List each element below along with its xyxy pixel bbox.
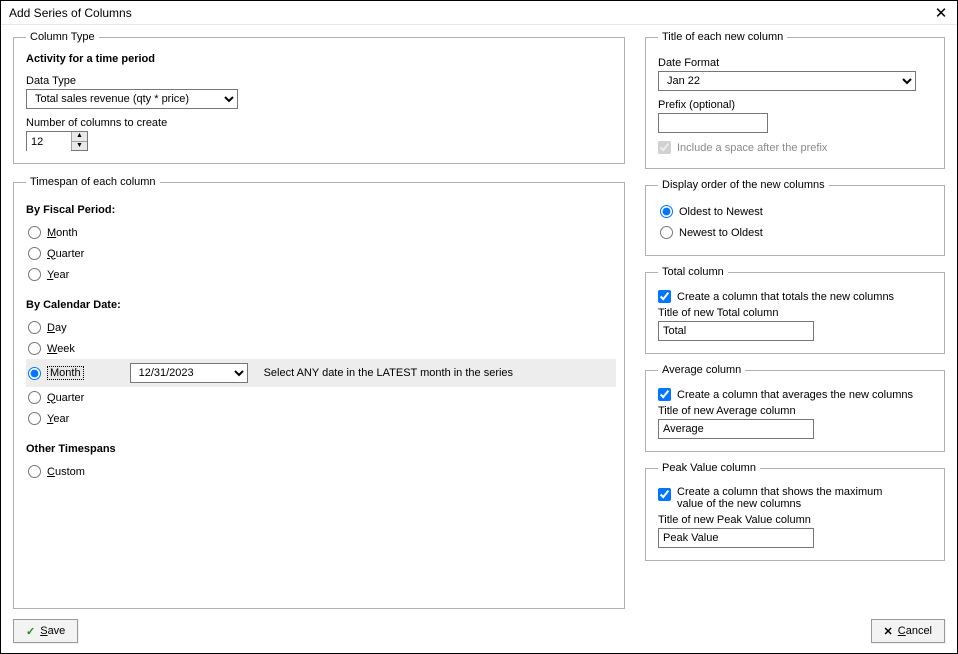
peak-check-row[interactable]: Create a column that shows the maximum v… xyxy=(658,486,932,510)
column-type-legend: Column Type xyxy=(26,31,99,43)
spinner-up-icon[interactable]: ▲ xyxy=(72,132,87,142)
timespan-legend: Timespan of each column xyxy=(26,176,160,188)
cal-year-label: Year xyxy=(47,413,69,425)
title-column-legend: Title of each new column xyxy=(658,31,787,43)
avg-title-input[interactable] xyxy=(658,419,814,439)
peak-title-label: Title of new Peak Value column xyxy=(658,514,932,526)
by-fiscal-label: By Fiscal Period: xyxy=(26,204,612,216)
data-type-select[interactable]: Total sales revenue (qty * price) xyxy=(26,89,238,109)
display-order-legend: Display order of the new columns xyxy=(658,179,829,191)
newest-row[interactable]: Newest to Oldest xyxy=(658,222,932,243)
peak-checkbox[interactable] xyxy=(658,488,671,501)
total-column-legend: Total column xyxy=(658,266,728,278)
cal-month-radio[interactable] xyxy=(28,367,41,380)
window-title: Add Series of Columns xyxy=(9,6,132,20)
prefix-label: Prefix (optional) xyxy=(658,99,932,111)
activity-label: Activity for a time period xyxy=(26,53,612,65)
date-format-label: Date Format xyxy=(658,57,932,69)
custom-row[interactable]: Custom xyxy=(26,461,612,482)
oldest-row[interactable]: Oldest to Newest xyxy=(658,201,932,222)
peak-check-label: Create a column that shows the maximum v… xyxy=(677,486,897,510)
average-column-legend: Average column xyxy=(658,364,745,376)
fiscal-quarter-label: Quarter xyxy=(47,248,84,260)
peak-title-input[interactable] xyxy=(658,528,814,548)
average-column-group: Average column Create a column that aver… xyxy=(645,364,945,452)
content-area: Column Type Activity for a time period D… xyxy=(13,31,945,609)
prefix-input[interactable] xyxy=(658,113,768,133)
avg-title-label: Title of new Average column xyxy=(658,405,932,417)
peak-column-legend: Peak Value column xyxy=(658,462,760,474)
include-space-row: Include a space after the prefix xyxy=(658,141,932,154)
fiscal-month-label: Month xyxy=(47,227,78,239)
avg-check-row[interactable]: Create a column that averages the new co… xyxy=(658,388,932,401)
cal-day-radio[interactable] xyxy=(28,321,41,334)
data-type-label: Data Type xyxy=(26,75,612,87)
cal-year-radio[interactable] xyxy=(28,412,41,425)
dialog-window: Add Series of Columns ✕ Column Type Acti… xyxy=(0,0,958,654)
save-button[interactable]: ✓ Save xyxy=(13,619,78,643)
cal-day-label: Day xyxy=(47,322,67,334)
oldest-radio[interactable] xyxy=(660,205,673,218)
oldest-label: Oldest to Newest xyxy=(679,206,763,218)
by-calendar-label: By Calendar Date: xyxy=(26,299,612,311)
fiscal-quarter-row[interactable]: Quarter xyxy=(26,243,612,264)
num-cols-label: Number of columns to create xyxy=(26,117,612,129)
fiscal-year-row[interactable]: Year xyxy=(26,264,612,285)
fiscal-year-label: Year xyxy=(47,269,69,281)
fiscal-year-radio[interactable] xyxy=(28,268,41,281)
right-column: Title of each new column Date Format Jan… xyxy=(645,31,945,609)
custom-label: Custom xyxy=(47,466,85,478)
peak-column-group: Peak Value column Create a column that s… xyxy=(645,462,945,561)
newest-radio[interactable] xyxy=(660,226,673,239)
title-column-group: Title of each new column Date Format Jan… xyxy=(645,31,945,169)
column-type-group: Column Type Activity for a time period D… xyxy=(13,31,625,164)
display-order-group: Display order of the new columns Oldest … xyxy=(645,179,945,256)
spinner-down-icon[interactable]: ▼ xyxy=(72,142,87,151)
close-icon[interactable]: ✕ xyxy=(931,4,951,22)
date-format-select[interactable]: Jan 22 xyxy=(658,71,916,91)
total-column-group: Total column Create a column that totals… xyxy=(645,266,945,354)
total-title-input[interactable] xyxy=(658,321,814,341)
cal-month-hint: Select ANY date in the LATEST month in t… xyxy=(264,367,513,379)
cal-quarter-label: Quarter xyxy=(47,392,84,404)
avg-check-label: Create a column that averages the new co… xyxy=(677,389,913,401)
footer: ✓ Save ✕ Cancel xyxy=(13,619,945,643)
cal-quarter-row[interactable]: Quarter xyxy=(26,387,612,408)
total-check-label: Create a column that totals the new colu… xyxy=(677,291,894,303)
custom-radio[interactable] xyxy=(28,465,41,478)
cal-month-label: Month xyxy=(47,367,84,379)
total-checkbox[interactable] xyxy=(658,290,671,303)
other-timespans-label: Other Timespans xyxy=(26,443,612,455)
x-icon: ✕ xyxy=(884,625,893,638)
cal-month-date-select[interactable]: 12/31/2023 xyxy=(130,363,248,383)
cal-day-row[interactable]: Day xyxy=(26,317,612,338)
fiscal-month-radio[interactable] xyxy=(28,226,41,239)
cal-week-row[interactable]: Week xyxy=(26,338,612,359)
cal-week-label: Week xyxy=(47,343,75,355)
cal-week-radio[interactable] xyxy=(28,342,41,355)
cal-year-row[interactable]: Year xyxy=(26,408,612,429)
num-cols-input[interactable] xyxy=(27,132,71,152)
save-label: Save xyxy=(40,625,65,637)
include-space-checkbox xyxy=(658,141,671,154)
cal-month-row[interactable]: Month 12/31/2023 Select ANY date in the … xyxy=(26,359,616,387)
left-column: Column Type Activity for a time period D… xyxy=(13,31,625,609)
fiscal-month-row[interactable]: Month xyxy=(26,222,612,243)
cal-quarter-radio[interactable] xyxy=(28,391,41,404)
include-space-label: Include a space after the prefix xyxy=(677,142,827,154)
num-cols-spinner[interactable]: ▲ ▼ xyxy=(26,131,88,151)
check-icon: ✓ xyxy=(26,625,35,638)
avg-checkbox[interactable] xyxy=(658,388,671,401)
total-check-row[interactable]: Create a column that totals the new colu… xyxy=(658,290,932,303)
cancel-label: Cancel xyxy=(898,625,932,637)
cancel-button[interactable]: ✕ Cancel xyxy=(871,619,945,643)
titlebar: Add Series of Columns ✕ xyxy=(1,1,957,25)
fiscal-quarter-radio[interactable] xyxy=(28,247,41,260)
newest-label: Newest to Oldest xyxy=(679,227,763,239)
timespan-group: Timespan of each column By Fiscal Period… xyxy=(13,176,625,609)
total-title-label: Title of new Total column xyxy=(658,307,932,319)
